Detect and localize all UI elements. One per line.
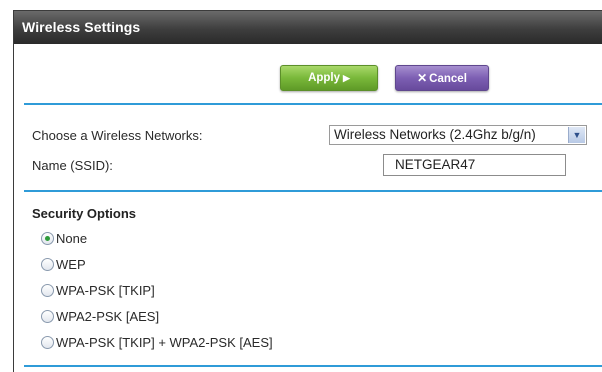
radio-label: WPA2-PSK [AES] [56,309,160,324]
apply-label: Apply [308,72,341,84]
section-divider [24,365,602,367]
section-divider [24,103,602,105]
radio-label: None [56,231,88,246]
play-arrow-icon: ▶ [343,73,350,83]
radio-button[interactable] [41,336,54,349]
wireless-settings-panel: Wireless Settings Apply ▶ ✕ Cancel Choose … [13,10,602,372]
wireless-network-value: Wireless Networks (2.4Ghz b/g/n) [334,127,536,142]
radio-button[interactable] [41,258,54,271]
apply-button[interactable]: Apply ▶ [280,65,378,91]
panel-title: Wireless Settings [14,11,602,44]
radio-label: WPA-PSK [TKIP] [56,283,155,298]
radio-button-selected[interactable] [41,232,54,245]
chevron-down-icon[interactable]: ▼ [568,127,585,143]
radio-label: WPA-PSK [TKIP] + WPA2-PSK [AES] [56,335,273,350]
close-icon: ✕ [417,71,428,85]
ssid-label: Name (SSID): [32,158,113,173]
security-options-title: Security Options [32,206,137,221]
network-label: Choose a Wireless Networks: [32,128,203,143]
radio-label: WEP [56,257,86,272]
action-bar: Apply ▶ ✕ Cancel [14,65,602,93]
section-divider [24,190,602,192]
radio-button[interactable] [41,284,54,297]
wireless-network-select[interactable]: Wireless Networks (2.4Ghz b/g/n) ▼ [329,125,587,145]
ssid-input[interactable]: NETGEAR47 [383,154,566,176]
radio-button[interactable] [41,310,54,323]
cancel-label: Cancel [429,73,467,85]
cancel-button[interactable]: ✕ Cancel [395,65,489,91]
